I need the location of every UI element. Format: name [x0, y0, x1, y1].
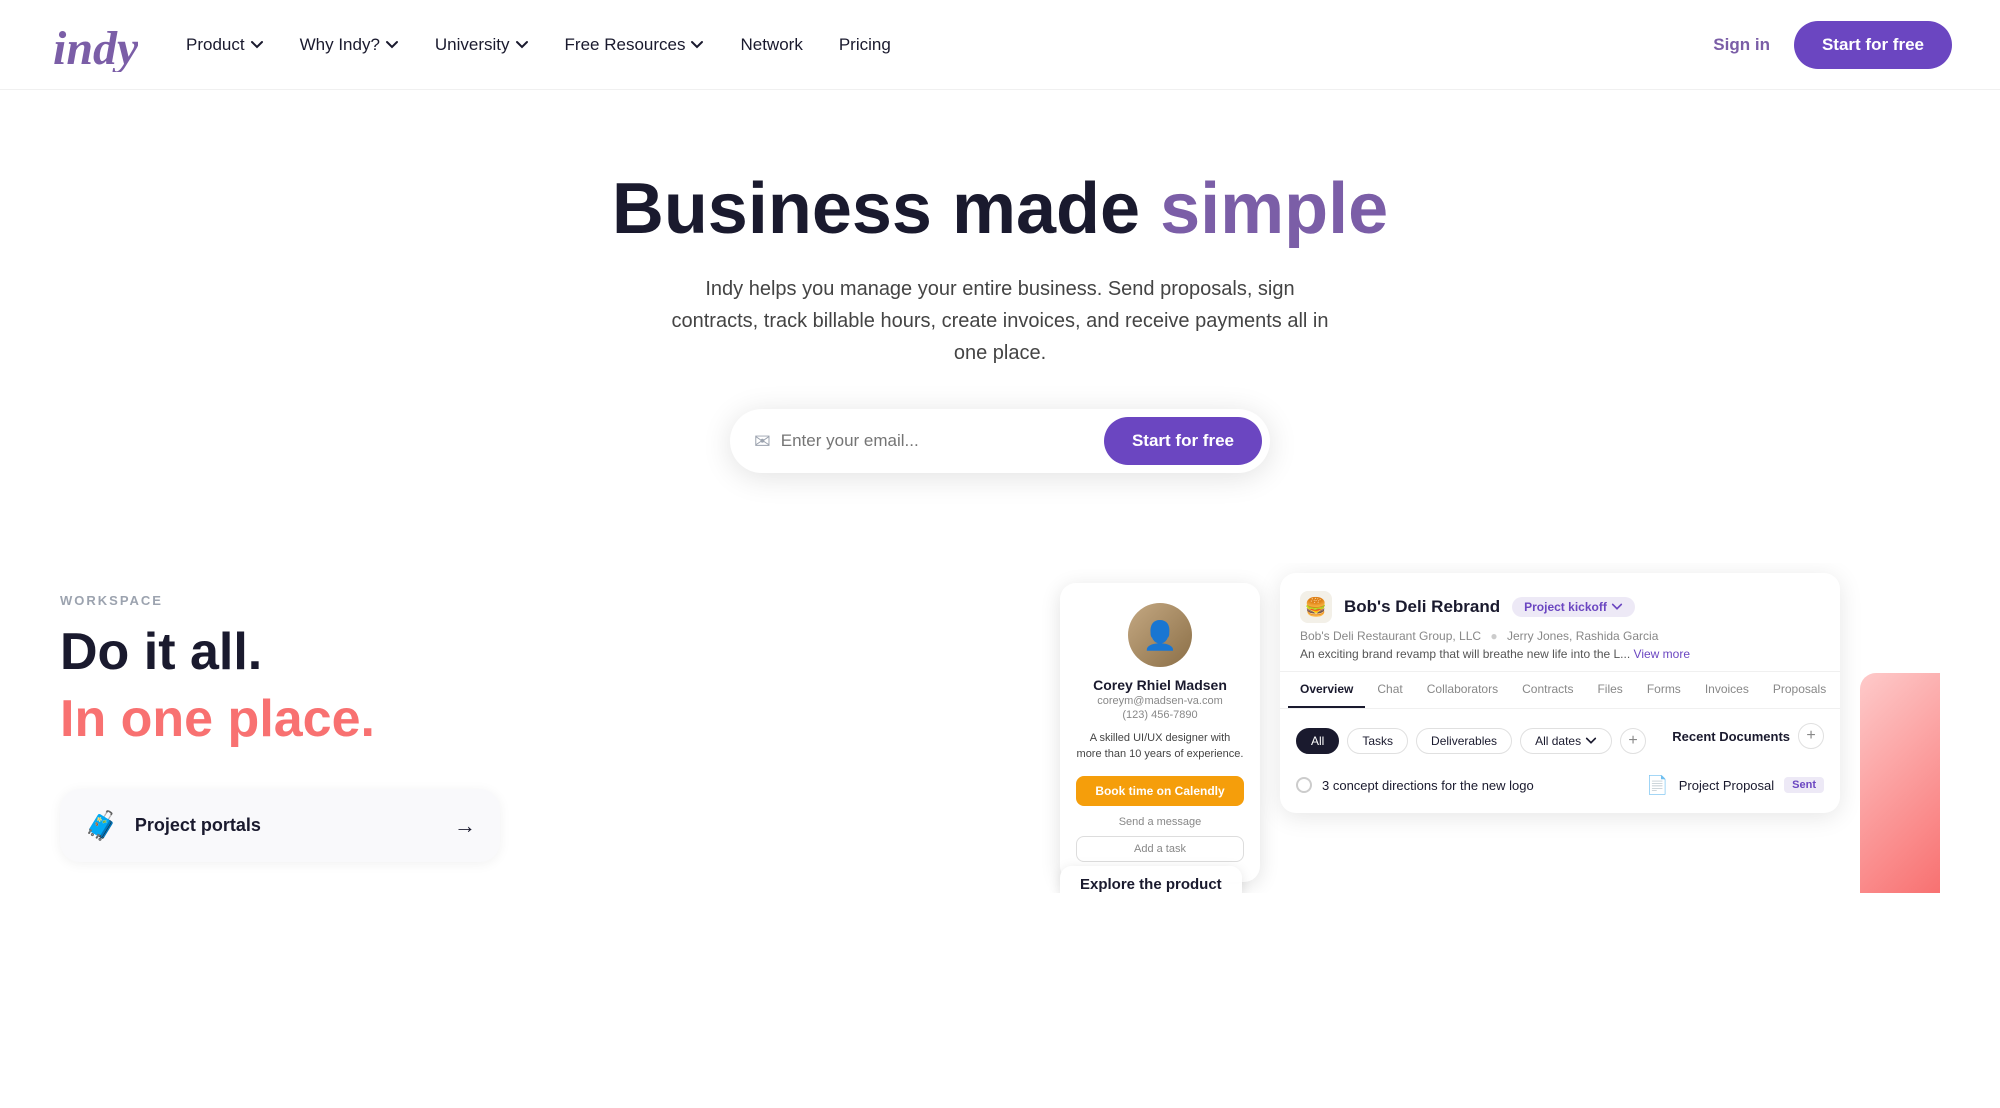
- project-card: 🍔 Bob's Deli Rebrand Project kickoff Bob…: [1280, 573, 1840, 813]
- filter-all-button[interactable]: All: [1296, 728, 1339, 754]
- project-description: An exciting brand revamp that will breat…: [1300, 647, 1820, 661]
- tab-files[interactable]: Files: [1585, 672, 1634, 708]
- project-badge[interactable]: Project kickoff: [1512, 597, 1635, 617]
- tab-forms[interactable]: Forms: [1635, 672, 1693, 708]
- profile-email: coreym@madsen-va.com: [1076, 695, 1244, 707]
- project-meta: Bob's Deli Restaurant Group, LLC ● Jerry…: [1300, 629, 1820, 643]
- workspace-section: WORKSPACE Do it all. In one place. 🧳 Pro…: [0, 533, 2000, 953]
- nav-network[interactable]: Network: [740, 35, 802, 55]
- hero-title-accent: simple: [1160, 169, 1388, 249]
- preview-container: 👤 Corey Rhiel Madsen coreym@madsen-va.co…: [1040, 563, 1940, 893]
- add-task-button[interactable]: Add a task: [1076, 836, 1244, 862]
- profile-description: A skilled UI/UX designer with more than …: [1076, 731, 1244, 762]
- task-label: 3 concept directions for the new logo: [1322, 778, 1534, 793]
- calendly-button[interactable]: Book time on Calendly: [1076, 776, 1244, 806]
- tab-tasks[interactable]: Tasks: [1838, 672, 1840, 708]
- nav-product[interactable]: Product: [186, 35, 264, 55]
- nav-pricing[interactable]: Pricing: [839, 35, 891, 55]
- chevron-down-icon: [1611, 601, 1623, 613]
- tab-contracts[interactable]: Contracts: [1510, 672, 1585, 708]
- document-icon: 📄: [1646, 775, 1668, 796]
- project-title: Bob's Deli Rebrand: [1344, 597, 1500, 617]
- tab-invoices[interactable]: Invoices: [1693, 672, 1761, 708]
- tab-proposals[interactable]: Proposals: [1761, 672, 1838, 708]
- project-tabs: Overview Chat Collaborators Contracts Fi…: [1280, 672, 1840, 709]
- email-input[interactable]: [781, 431, 1104, 451]
- sign-in-button[interactable]: Sign in: [1713, 35, 1770, 55]
- hero-section: Business made simple Indy helps you mana…: [0, 90, 2000, 533]
- project-content: 3 concept directions for the new logo 📄 …: [1296, 771, 1824, 799]
- project-title-row: 🍔 Bob's Deli Rebrand Project kickoff: [1300, 591, 1820, 623]
- send-message-link[interactable]: Send a message: [1076, 816, 1244, 828]
- workspace-heading1: Do it all.: [60, 624, 540, 681]
- project-logo: 🍔: [1300, 591, 1332, 623]
- filter-row: All Tasks Deliverables All dates + Recen…: [1296, 723, 1824, 759]
- workspace-heading2: In one place.: [60, 689, 540, 749]
- filter-tasks-button[interactable]: Tasks: [1347, 728, 1408, 754]
- task-item: 3 concept directions for the new logo: [1296, 771, 1534, 799]
- arrow-right-icon: →: [454, 813, 476, 839]
- chevron-down-icon: [385, 38, 399, 52]
- decorative-corner: [1860, 673, 1940, 893]
- project-body: All Tasks Deliverables All dates + Recen…: [1280, 709, 1840, 813]
- project-desc-text: An exciting brand revamp that will breat…: [1300, 647, 1630, 661]
- tab-overview[interactable]: Overview: [1288, 672, 1365, 708]
- workspace-left: WORKSPACE Do it all. In one place. 🧳 Pro…: [60, 593, 540, 953]
- add-filter-button[interactable]: +: [1620, 728, 1646, 754]
- nav-why-indy[interactable]: Why Indy?: [300, 35, 399, 55]
- briefcase-icon: 🧳: [84, 809, 119, 842]
- chevron-down-icon: [690, 38, 704, 52]
- workspace-label: WORKSPACE: [60, 593, 540, 608]
- avatar: 👤: [1128, 603, 1192, 667]
- project-contacts: Jerry Jones, Rashida Garcia: [1507, 629, 1658, 643]
- chevron-down-icon: [1585, 735, 1597, 747]
- logo[interactable]: indy: [48, 12, 138, 77]
- nav-product-label: Product: [186, 35, 245, 55]
- recent-docs-label: Recent Documents: [1672, 729, 1790, 744]
- workspace-card[interactable]: 🧳 Project portals →: [60, 789, 500, 862]
- nav-university-label: University: [435, 35, 510, 55]
- email-form: ✉ Start for free: [730, 409, 1270, 473]
- profile-phone: (123) 456-7890: [1076, 709, 1244, 721]
- nav-why-indy-label: Why Indy?: [300, 35, 380, 55]
- project-card-header: 🍔 Bob's Deli Rebrand Project kickoff Bob…: [1280, 573, 1840, 672]
- nav-network-label: Network: [740, 35, 802, 55]
- project-company: Bob's Deli Restaurant Group, LLC: [1300, 629, 1481, 643]
- svg-text:indy: indy: [53, 22, 138, 72]
- project-badge-text: Project kickoff: [1524, 600, 1607, 614]
- hero-cta-button[interactable]: Start for free: [1104, 417, 1262, 465]
- add-doc-button[interactable]: +: [1798, 723, 1824, 749]
- workspace-outer: WORKSPACE Do it all. In one place. 🧳 Pro…: [60, 593, 1940, 953]
- explore-overlay[interactable]: Explore the product: [1060, 866, 1242, 893]
- nav-free-resources-label: Free Resources: [565, 35, 686, 55]
- nav-pricing-label: Pricing: [839, 35, 891, 55]
- nav-free-resources[interactable]: Free Resources: [565, 35, 705, 55]
- hero-subtitle: Indy helps you manage your entire busine…: [660, 273, 1340, 369]
- workspace-card-label: Project portals: [135, 815, 261, 836]
- profile-name: Corey Rhiel Madsen: [1076, 677, 1244, 693]
- start-free-nav-button[interactable]: Start for free: [1794, 21, 1952, 69]
- date-filter[interactable]: All dates: [1520, 728, 1612, 754]
- recent-docs-header: Recent Documents +: [1672, 723, 1824, 749]
- task-checkbox[interactable]: [1296, 777, 1312, 793]
- doc-status-badge: Sent: [1784, 777, 1824, 793]
- view-more-link[interactable]: View more: [1634, 647, 1690, 661]
- nav-links: Product Why Indy? University Free Resour…: [186, 35, 1713, 55]
- doc-name: Project Proposal: [1679, 778, 1774, 793]
- navigation: indy Product Why Indy? University Free R…: [0, 0, 2000, 90]
- email-icon: ✉: [754, 429, 771, 454]
- doc-item: 📄 Project Proposal Sent: [1646, 771, 1824, 799]
- nav-university[interactable]: University: [435, 35, 529, 55]
- hero-title-text: Business made: [612, 169, 1160, 249]
- tab-chat[interactable]: Chat: [1365, 672, 1414, 708]
- nav-right: Sign in Start for free: [1713, 21, 1952, 69]
- chevron-down-icon: [515, 38, 529, 52]
- filter-deliverables-button[interactable]: Deliverables: [1416, 728, 1512, 754]
- separator: ●: [1490, 629, 1497, 643]
- hero-title: Business made simple: [24, 170, 1976, 249]
- chevron-down-icon: [250, 38, 264, 52]
- tab-collaborators[interactable]: Collaborators: [1415, 672, 1510, 708]
- profile-card: 👤 Corey Rhiel Madsen coreym@madsen-va.co…: [1060, 583, 1260, 882]
